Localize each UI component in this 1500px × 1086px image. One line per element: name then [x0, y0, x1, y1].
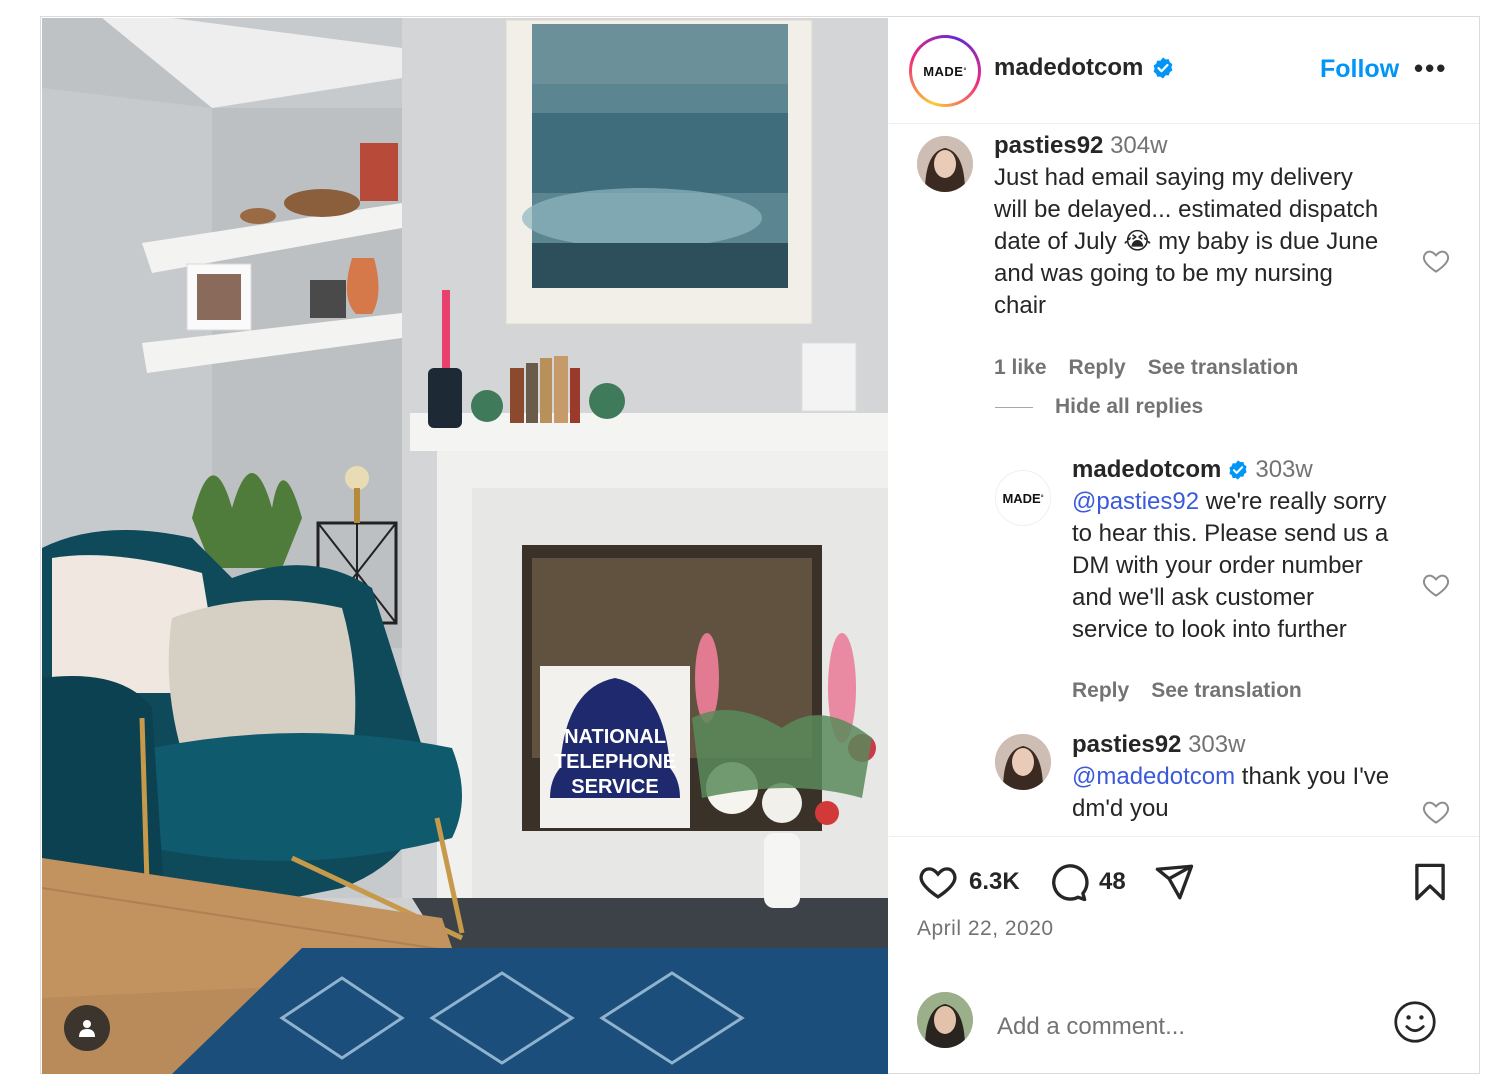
mention-link[interactable]: @pasties92: [1072, 488, 1199, 515]
like-reply-heart-icon[interactable]: [1421, 797, 1451, 827]
see-translation-button[interactable]: See translation: [1148, 356, 1299, 380]
post-actions-bar: 6.3K 48 April 22, 2020: [889, 836, 1479, 976]
comment-body: pasties92 304w Just had email saying my …: [994, 130, 1424, 322]
living-room-photo: NATIONAL TELEPHONE SERVICE: [42, 18, 888, 1074]
send-icon: [1155, 864, 1194, 900]
comment-line: chair: [994, 292, 1047, 319]
add-comment-bar: [889, 976, 1479, 1073]
post-date[interactable]: April 22, 2020: [917, 917, 1054, 941]
reply-actions: Reply See translation: [1072, 679, 1302, 703]
reply-line: we're really sorry: [1199, 488, 1387, 515]
account-avatar[interactable]: MADE °: [909, 35, 981, 107]
more-options-button[interactable]: •••: [1414, 55, 1447, 81]
like-comment-heart-icon[interactable]: [1421, 246, 1451, 276]
reply-line: to hear this. Please send us a: [1072, 520, 1389, 547]
reply-avatar-pasties92[interactable]: [995, 734, 1051, 790]
reply-body: pasties92 303w @madedotcom thank you I'v…: [1072, 729, 1422, 825]
reply-time[interactable]: 303w: [1255, 454, 1312, 486]
comment-line: date of July 😭 my baby is due June: [994, 228, 1379, 255]
reply-username[interactable]: pasties92: [1072, 731, 1181, 758]
comment-time[interactable]: 304w: [1110, 132, 1167, 159]
post-photo[interactable]: NATIONAL TELEPHONE SERVICE: [42, 18, 888, 1074]
like-button[interactable]: 6.3K: [917, 861, 1020, 903]
save-button[interactable]: [1409, 861, 1451, 903]
reply-line: dm'd you: [1072, 795, 1169, 822]
sign-line-2: TELEPHONE: [554, 751, 676, 773]
user-icon: [79, 1020, 95, 1037]
avatar-photo: [995, 734, 1051, 790]
post-header: MADE ° madedotcom Follow •••: [889, 18, 1479, 124]
hide-replies-label: Hide all replies: [1055, 395, 1204, 418]
comments-list: pasties92 304w Just had email saying my …: [889, 124, 1479, 836]
reply-username[interactable]: madedotcom: [1072, 454, 1221, 486]
reply-line: thank you I've: [1235, 763, 1390, 790]
see-translation-button[interactable]: See translation: [1151, 679, 1302, 703]
reply-line: service to look into further: [1072, 616, 1347, 643]
sign-line-1: NATIONAL: [564, 726, 666, 748]
current-user-avatar: [917, 992, 973, 1048]
comment-username[interactable]: pasties92: [994, 132, 1103, 159]
comment-likes-count[interactable]: 1 like: [994, 356, 1047, 380]
hide-replies-button[interactable]: Hide all replies: [995, 395, 1203, 419]
comment-bubble-icon: [1052, 864, 1089, 902]
made-logo-small: MADE: [1002, 490, 1041, 506]
reply-avatar-made[interactable]: MADE °: [995, 470, 1051, 526]
comment-button[interactable]: 48: [1047, 861, 1126, 903]
account-name[interactable]: madedotcom: [994, 54, 1143, 82]
reply-button[interactable]: Reply: [1072, 679, 1129, 703]
comment-line: Just had email saying my delivery: [994, 164, 1353, 191]
avatar-photo: [917, 136, 973, 192]
share-button[interactable]: [1153, 861, 1195, 903]
header-username[interactable]: madedotcom: [994, 54, 1175, 82]
reply-line: and we'll ask customer: [1072, 584, 1315, 611]
commenter-avatar[interactable]: [917, 136, 973, 192]
reply-time[interactable]: 303w: [1188, 731, 1245, 758]
heart-icon: [919, 867, 957, 899]
avatar-photo: [917, 992, 973, 1048]
bookmark-icon: [1415, 863, 1445, 901]
verified-badge-icon: [1229, 460, 1247, 480]
reply-line: DM with your order number: [1072, 552, 1363, 579]
comment-line: and was going to be my nursing: [994, 260, 1333, 287]
verified-badge-icon: [1153, 57, 1173, 79]
made-logo: MADE °: [916, 42, 974, 100]
like-reply-heart-icon[interactable]: [1421, 570, 1451, 600]
likes-count[interactable]: 6.3K: [969, 868, 1020, 896]
follow-button[interactable]: Follow: [1320, 55, 1399, 84]
tagged-users-button[interactable]: [64, 1005, 110, 1051]
comment-line: will be delayed... estimated dispatch: [994, 196, 1379, 223]
emoji-icon[interactable]: [1393, 1000, 1437, 1044]
reply-button[interactable]: Reply: [1069, 356, 1126, 380]
sign-line-3: SERVICE: [571, 776, 658, 798]
reply-body: madedotcom 303w @pasties92 we're really …: [1072, 454, 1422, 646]
divider-line: [995, 406, 1033, 408]
mention-link[interactable]: @madedotcom: [1072, 763, 1235, 790]
post-side-panel: MADE ° madedotcom Follow ••• pasties92 30…: [889, 18, 1479, 1073]
add-comment-input[interactable]: [995, 1006, 1379, 1048]
comments-count: 48: [1099, 868, 1126, 895]
comment-actions: 1 like Reply See translation: [994, 356, 1298, 380]
